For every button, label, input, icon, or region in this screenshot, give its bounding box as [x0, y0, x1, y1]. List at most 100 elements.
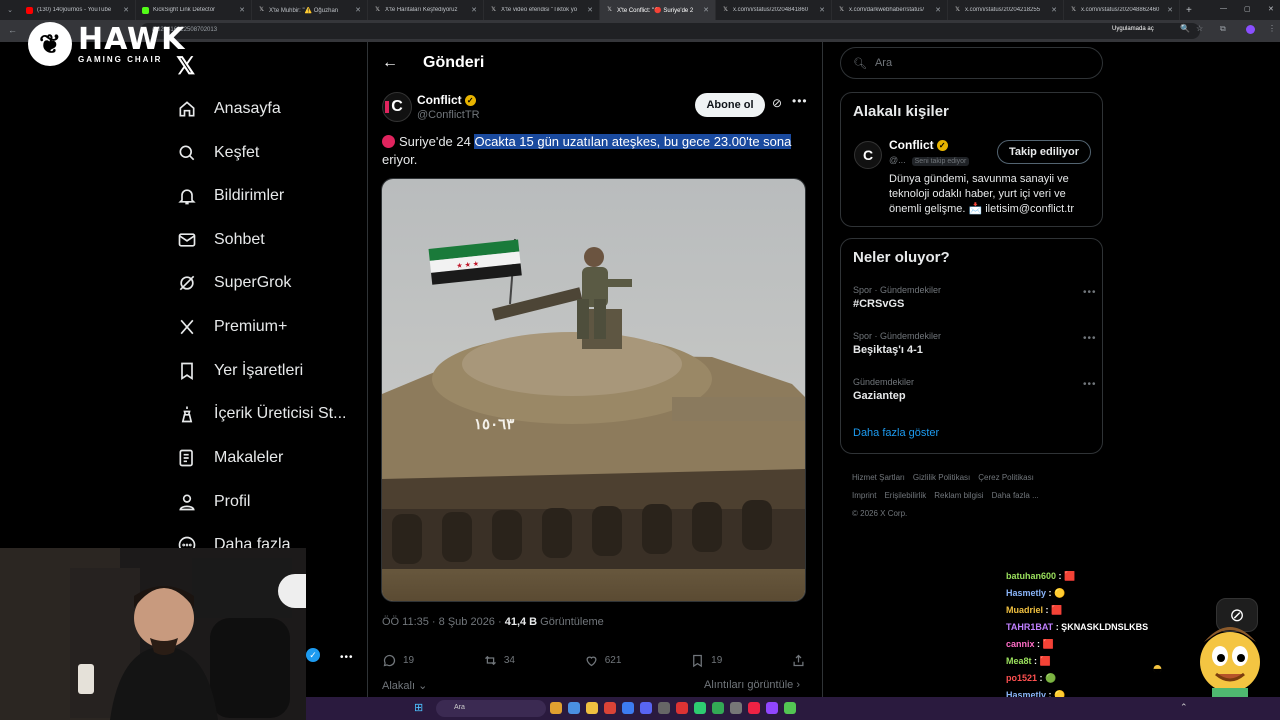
- like-button[interactable]: 621: [584, 653, 621, 668]
- post-image[interactable]: ★ ★ ★ ١٥٠٦٣: [381, 178, 806, 602]
- nav-item-home[interactable]: Anasayfa: [176, 96, 281, 122]
- close-tab-icon[interactable]: ✕: [239, 6, 245, 14]
- menu-kebab-icon[interactable]: ⋮: [1268, 24, 1276, 33]
- nav-item-person[interactable]: Profil: [176, 489, 250, 515]
- chat-text: : 🟡: [1048, 588, 1066, 598]
- browser-tab[interactable]: KickSight Link Detector ✕: [136, 0, 252, 20]
- close-tab-icon[interactable]: ✕: [355, 6, 361, 14]
- relevance-dropdown[interactable]: Alakalı ⌄: [382, 679, 427, 692]
- bookmark-button[interactable]: 19: [690, 653, 722, 668]
- nav-item-bookmark[interactable]: Yer İşaretleri: [176, 358, 303, 384]
- author-name[interactable]: Conflict ✓: [417, 93, 476, 107]
- app-icon[interactable]: [784, 702, 796, 714]
- related-name[interactable]: Conflict ✓: [889, 138, 948, 152]
- nav-item-bell[interactable]: Bildirimler: [176, 183, 284, 209]
- browser-tab[interactable]: 𝕏x.com/i/status/202048862460 ✕: [1064, 0, 1180, 20]
- close-tab-icon[interactable]: ✕: [587, 6, 593, 14]
- trend-item[interactable]: Spor · Gündemdekiler #CRSvGS: [853, 285, 941, 310]
- nav-item-x-premium[interactable]: Premium+: [176, 314, 287, 340]
- author-avatar[interactable]: C: [382, 92, 412, 122]
- app-icon[interactable]: [658, 702, 670, 714]
- extensions-icon[interactable]: ⧉: [1220, 24, 1226, 34]
- folder-icon[interactable]: [586, 702, 598, 714]
- app-icon[interactable]: [730, 702, 742, 714]
- browser-tab[interactable]: 𝕏x.com/i/status/20204218255 ✕: [948, 0, 1064, 20]
- nav-item-grok[interactable]: SuperGrok: [176, 270, 291, 296]
- address-input[interactable]: /2020416122508702013: [140, 23, 1200, 39]
- app-icon[interactable]: [766, 702, 778, 714]
- app-icon[interactable]: [550, 702, 562, 714]
- author-handle[interactable]: @ConflictTR: [417, 109, 480, 121]
- discord-icon[interactable]: [640, 702, 652, 714]
- grok-icon[interactable]: ⊘: [772, 96, 782, 110]
- close-tab-icon[interactable]: ✕: [123, 6, 129, 14]
- subscribe-button[interactable]: Abone ol: [695, 93, 765, 117]
- minimize-icon[interactable]: —: [1220, 5, 1227, 12]
- app-icon[interactable]: [568, 702, 580, 714]
- browser-tab[interactable]: 𝕏 X'te Conflict: "🔴 Suriye'de 2 ✕: [600, 0, 716, 20]
- close-tab-icon[interactable]: ✕: [1167, 6, 1173, 14]
- tab-list-icon[interactable]: ⌄: [0, 6, 20, 14]
- nav-item-search[interactable]: Keşfet: [176, 140, 259, 166]
- share-button[interactable]: [791, 653, 806, 668]
- back-arrow-icon[interactable]: ←: [382, 54, 398, 72]
- more-options-icon[interactable]: •••: [1083, 379, 1097, 390]
- footer-link[interactable]: Gizlilik Politikası: [913, 473, 970, 482]
- more-options-icon[interactable]: •••: [792, 94, 808, 108]
- close-window-icon[interactable]: ✕: [1268, 5, 1274, 13]
- zoom-icon[interactable]: 🔍: [1180, 24, 1190, 33]
- chat-text: : 🟥: [1034, 656, 1051, 666]
- windows-start-icon[interactable]: ⊞: [414, 701, 423, 714]
- trend-item[interactable]: Spor · Gündemdekiler Beşiktaş'ı 4-1: [853, 331, 941, 356]
- footer-link[interactable]: Imprint: [852, 491, 876, 500]
- browser-tab[interactable]: 𝕏 X'te Muhbir: "⚠️ Oğuzhan ✕: [252, 0, 368, 20]
- footer-link[interactable]: Hizmet Şartları: [852, 473, 905, 482]
- close-tab-icon[interactable]: ✕: [935, 6, 941, 14]
- footer-link[interactable]: Erişilebilirlik: [884, 491, 926, 500]
- reply-button[interactable]: 19: [382, 653, 414, 668]
- app-icon[interactable]: [622, 702, 634, 714]
- more-options-icon[interactable]: •••: [1083, 333, 1097, 344]
- maximize-icon[interactable]: ▢: [1244, 5, 1251, 13]
- app-icon[interactable]: [676, 702, 688, 714]
- new-tab-icon[interactable]: +: [1186, 5, 1192, 16]
- footer-link[interactable]: Daha fazla ...: [992, 491, 1039, 500]
- x-logo-icon[interactable]: 𝕏: [176, 52, 195, 81]
- nav-item-article[interactable]: Makaleler: [176, 445, 283, 471]
- star-icon[interactable]: ☆: [1196, 24, 1203, 33]
- close-tab-icon[interactable]: ✕: [471, 6, 477, 14]
- repost-button[interactable]: 34: [483, 653, 515, 668]
- nav-post-button[interactable]: [278, 574, 306, 608]
- app-icon[interactable]: [748, 702, 760, 714]
- open-in-app-label[interactable]: Uygulamada aç: [1112, 26, 1154, 32]
- close-tab-icon[interactable]: ✕: [819, 6, 825, 14]
- nav-item-creator-studio[interactable]: İçerik Üreticisi St...: [176, 401, 346, 427]
- browser-tab[interactable]: (130) 140journos - YouTube ✕: [20, 0, 136, 20]
- back-arrow-icon[interactable]: ←: [8, 25, 17, 35]
- footer-link[interactable]: Reklam bilgisi: [934, 491, 983, 500]
- nav-item-mail[interactable]: Sohbet: [176, 227, 265, 253]
- trend-item[interactable]: Gündemdekiler Gaziantep: [853, 377, 914, 402]
- close-tab-icon[interactable]: ✕: [703, 6, 709, 14]
- related-handle[interactable]: @... Seni takip ediyor: [889, 155, 970, 166]
- browser-tab[interactable]: 𝕏 X'te video efendisi "Tiktok yo ✕: [484, 0, 600, 20]
- app-icon[interactable]: [712, 702, 724, 714]
- view-quotes-link[interactable]: Alıntıları görüntüle ›: [704, 679, 800, 691]
- post-time[interactable]: ÖÖ 11:35 · 8 Şub 2026 ·: [382, 616, 505, 628]
- chrome-icon[interactable]: [604, 702, 616, 714]
- browser-tab[interactable]: 𝕏 X'te Haritaları Keşfediyoruz ✕: [368, 0, 484, 20]
- footer-link[interactable]: Çerez Politikası: [978, 473, 1034, 482]
- taskbar-search[interactable]: Ara: [436, 700, 546, 717]
- show-more-link[interactable]: Daha fazla göster: [853, 427, 939, 439]
- following-button[interactable]: Takip ediliyor: [997, 140, 1091, 164]
- search-input[interactable]: 🔍︎ Ara: [840, 47, 1103, 79]
- more-options-icon[interactable]: •••: [1083, 287, 1097, 298]
- related-avatar[interactable]: C: [854, 141, 882, 169]
- close-tab-icon[interactable]: ✕: [1051, 6, 1057, 14]
- browser-tab[interactable]: 𝕏x.com/i/status/20204841860 ✕: [716, 0, 832, 20]
- tray-chevron-icon[interactable]: ⌃: [1180, 702, 1188, 713]
- account-more-icon[interactable]: •••: [340, 652, 354, 663]
- profile-avatar[interactable]: [1246, 25, 1255, 34]
- browser-tab[interactable]: 𝕏x.com/darkwebhaber/status/ ✕: [832, 0, 948, 20]
- spotify-icon[interactable]: [694, 702, 706, 714]
